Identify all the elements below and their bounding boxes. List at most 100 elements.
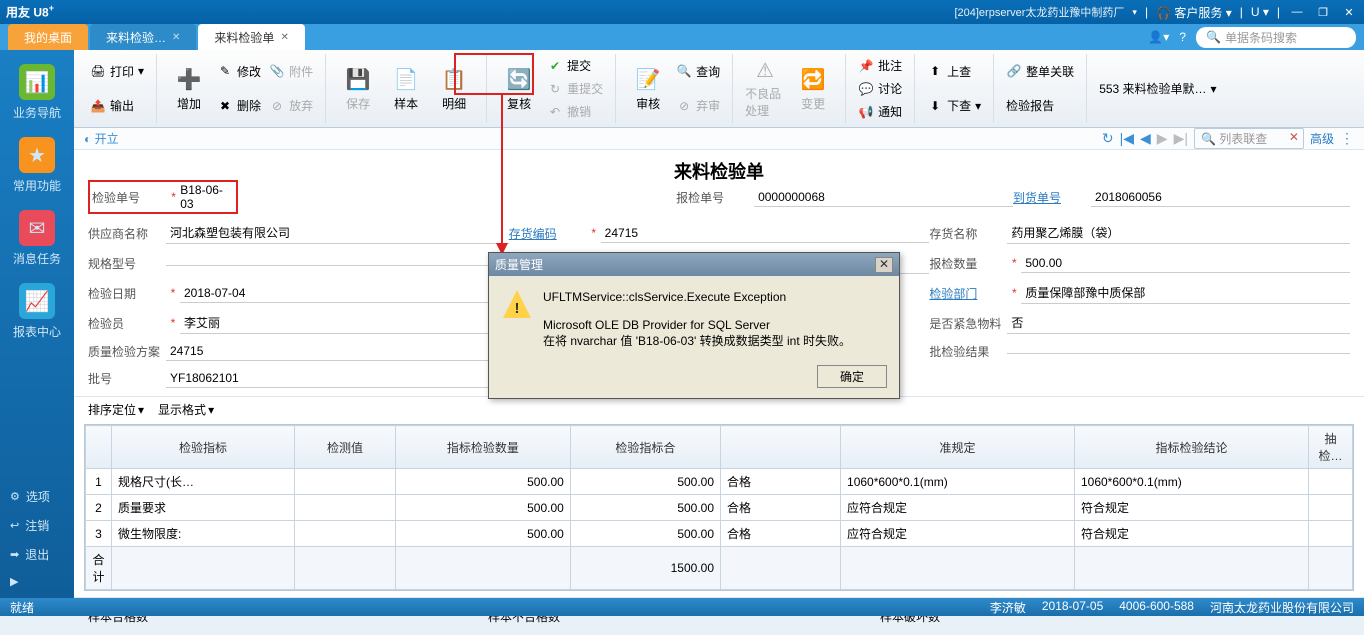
jyrq-label: 检验日期 [88, 285, 166, 302]
restore-button[interactable]: ❐ [1314, 5, 1332, 19]
server-label[interactable]: [204]erpserver太龙药业豫中制药厂 [954, 4, 1124, 20]
nav-msg[interactable]: ✉消息任务 [0, 202, 74, 275]
user-icon[interactable]: 👤▾ [1148, 30, 1169, 44]
fa-label: 质量检验方案 [88, 343, 166, 360]
add-button[interactable]: ➕增加 [165, 54, 213, 123]
notify-button[interactable]: 📢通知 [854, 101, 906, 122]
jybm-value[interactable]: 质量保障部豫中质保部 [1021, 282, 1350, 304]
sample-button[interactable]: 📄样本 [382, 54, 430, 123]
close-button[interactable]: ✕ [1340, 5, 1358, 19]
advanced-link[interactable]: 高级 [1310, 130, 1334, 147]
customer-service[interactable]: 🎧 客户服务 ▾ [1156, 4, 1232, 21]
warning-icon: ! [503, 290, 531, 318]
u-icon[interactable]: U ▾ [1251, 5, 1269, 19]
title-bar: 用友 U8+ [204]erpserver太龙药业豫中制药厂▾ | 🎧 客户服务… [0, 0, 1364, 24]
chbm-value[interactable]: 24715 [601, 224, 930, 243]
link-button[interactable]: 🔗整单关联 [1002, 61, 1078, 82]
down-button[interactable]: ⬇下查 ▾ [923, 95, 985, 116]
help-icon[interactable]: ? [1179, 30, 1186, 44]
nav-fav[interactable]: ★常用功能 [0, 129, 74, 202]
table-row[interactable]: 2质量要求500.00500.00合格应符合规定符合规定 [86, 495, 1353, 521]
refresh-icon[interactable]: ↻ [1102, 130, 1114, 147]
grid: 检验指标检测值 指标检验数量检验指标合 准规定指标检验结论 抽检… 1规格尺寸(… [84, 424, 1354, 591]
prev-icon[interactable]: ◀ [1140, 130, 1151, 147]
bjsl-value[interactable]: 500.00 [1021, 254, 1350, 273]
bad-button[interactable]: ⚠不良品处理 [741, 54, 789, 123]
total-row: 合计1500.00 [86, 547, 1353, 590]
barcode-search[interactable]: 🔍 单据条码搜索 [1196, 27, 1356, 48]
nav-collapse[interactable]: ▶ [0, 569, 74, 594]
status-ready: 就绪 [10, 599, 34, 616]
nav-exit[interactable]: ➡ 退出 [0, 540, 74, 569]
dhdh-value[interactable]: 2018060056 [1091, 188, 1350, 207]
nav-rpt[interactable]: 📈报表中心 [0, 275, 74, 348]
status-tel: 4006-600-588 [1119, 599, 1194, 616]
close-icon[interactable]: ✕ [172, 32, 180, 43]
pjjg-value[interactable] [1007, 349, 1350, 354]
save-button[interactable]: 💾保存 [334, 54, 382, 123]
up-button[interactable]: ⬆上查 [923, 61, 985, 82]
dialog-title: 质量管理 [495, 256, 543, 273]
table-row[interactable]: 1规格尺寸(长…500.00500.00合格1060*600*0.1(mm)10… [86, 469, 1353, 495]
tab-desktop[interactable]: 我的桌面 [8, 24, 88, 51]
close-icon[interactable]: ✕ [280, 32, 288, 43]
audit-button[interactable]: 📝审核 [624, 54, 672, 123]
nav-logout[interactable]: ↩ 注销 [0, 511, 74, 540]
ph-value[interactable]: YF18062101 [166, 369, 509, 388]
chmc-value[interactable]: 药用聚乙烯膜（袋） [1007, 222, 1350, 244]
list-search[interactable]: 🔍 列表联查✕ [1194, 128, 1304, 149]
jj-value[interactable]: 否 [1007, 312, 1350, 334]
delete-button[interactable]: ✖删除 [213, 95, 265, 116]
dialog-title-bar[interactable]: 质量管理 ✕ [489, 253, 899, 276]
discuss-button[interactable]: 💬讨论 [854, 78, 906, 99]
dialog-message: UFLTMService::clsService.Execute Excepti… [543, 290, 851, 349]
abandon-button[interactable]: ⊘放弃 [265, 95, 317, 116]
tab-form[interactable]: 来料检验单✕ [198, 24, 304, 51]
submit-button[interactable]: ✔提交 [543, 55, 607, 76]
gys-label: 供应商名称 [88, 225, 166, 242]
attach-button[interactable]: 📎附件 [265, 61, 317, 82]
first-icon[interactable]: |◀ [1120, 130, 1134, 147]
dialog-ok-button[interactable]: 确定 [817, 365, 887, 388]
format-button[interactable]: 显示格式 ▾ [158, 401, 214, 418]
dialog-close-button[interactable]: ✕ [875, 257, 893, 273]
chmc-label: 存货名称 [929, 225, 1007, 242]
tab-list[interactable]: 来料检验…✕ [90, 24, 196, 51]
undo-button[interactable]: ↶撤销 [543, 101, 607, 122]
report-button[interactable]: 检验报告 [1002, 95, 1078, 116]
qishen-button[interactable]: ⊘弃审 [672, 95, 724, 116]
ggxh-value[interactable] [166, 261, 509, 266]
jyy-value[interactable]: 李艾丽 [180, 312, 509, 334]
detail-button[interactable]: 📋明细 [430, 54, 478, 123]
default-button[interactable]: 553 来料检验单默… ▾ [1095, 78, 1220, 99]
next-icon[interactable]: ▶ [1157, 130, 1168, 147]
output-button[interactable]: 📤输出 [86, 95, 148, 116]
last-icon[interactable]: ▶| [1174, 130, 1188, 147]
jybm-label[interactable]: 检验部门 [929, 285, 1007, 302]
print-button[interactable]: 🖨打印 ▾ [86, 61, 148, 82]
change-button[interactable]: 🔁变更 [789, 54, 837, 123]
fa-value[interactable]: 24715 [166, 342, 509, 361]
status-date: 2018-07-05 [1042, 599, 1103, 616]
more-icon[interactable]: ⋮ [1340, 130, 1354, 147]
bjdh-value[interactable]: 0000000068 [754, 188, 1013, 207]
table-row[interactable]: 3微生物限度:500.00500.00合格应符合规定符合规定 [86, 521, 1353, 547]
status-bar: 就绪 李济敏 2018-07-05 4006-600-588 河南太龙药业股份有… [0, 598, 1364, 616]
pjjg-label: 批检验结果 [929, 343, 1007, 360]
nav-biz[interactable]: 📊业务导航 [0, 56, 74, 129]
resubmit-button[interactable]: ↻重提交 [543, 78, 607, 99]
app-logo: 用友 U8+ [6, 3, 54, 20]
jyrq-value[interactable]: 2018-07-04 [180, 284, 509, 303]
status-corp: 河南太龙药业股份有限公司 [1210, 599, 1354, 616]
approve-button[interactable]: 📌批注 [854, 55, 906, 76]
dhdh-label[interactable]: 到货单号 [1013, 189, 1091, 206]
sort-button[interactable]: 排序定位 ▾ [88, 401, 144, 418]
query-button[interactable]: 🔍查询 [672, 61, 724, 82]
grid-header: 检验指标检测值 指标检验数量检验指标合 准规定指标检验结论 抽检… [86, 426, 1353, 469]
recheck-button[interactable]: 🔄复核 [495, 54, 543, 123]
nav-options[interactable]: ⚙ 选项 [0, 482, 74, 511]
chbm-label[interactable]: 存货编码 [509, 225, 587, 242]
modify-button[interactable]: ✎修改 [213, 61, 265, 82]
gys-value[interactable]: 河北森塑包装有限公司 [166, 222, 509, 244]
minimize-button[interactable]: — [1288, 5, 1306, 19]
